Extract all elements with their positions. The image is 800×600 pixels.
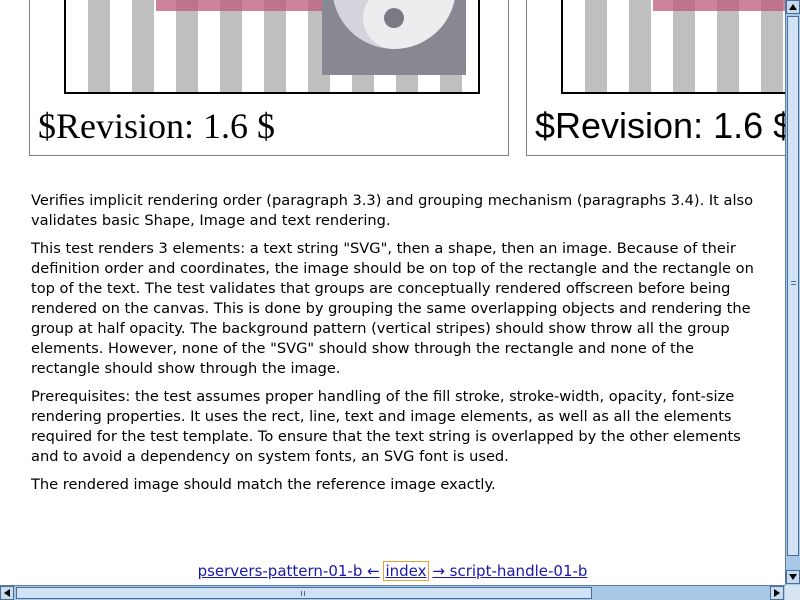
horizontal-scrollbar[interactable] — [0, 585, 785, 600]
test-navigation: pservers-pattern-01-b ← index → script-h… — [0, 561, 785, 581]
revision-label-serif: $Revision: 1.6 $ — [38, 106, 276, 146]
description-paragraph: This test renders 3 elements: a text str… — [31, 240, 754, 377]
prev-test-link[interactable]: pservers-pattern-01-b ← — [198, 562, 380, 580]
description-paragraph: Prerequisites: the test assumes proper h… — [31, 388, 741, 465]
yin-yang-image — [322, 0, 466, 75]
horizontal-scroll-thumb[interactable] — [16, 587, 592, 599]
grip-line — [304, 591, 305, 596]
grip-line — [791, 281, 796, 282]
arrow-up-icon — [789, 4, 797, 10]
scroll-up-button[interactable] — [786, 0, 800, 14]
scrollbar-corner — [785, 585, 800, 600]
next-test-link[interactable]: → script-handle-01-b — [432, 562, 587, 580]
reference-render-canvas — [561, 0, 785, 94]
scroll-left-button[interactable] — [0, 586, 14, 600]
test-render-canvas — [64, 0, 480, 94]
vertical-scrollbar[interactable] — [785, 0, 800, 585]
test-description: Verifies implicit rendering order (parag… — [31, 191, 761, 503]
description-paragraph: The rendered image should match the refe… — [31, 476, 496, 493]
index-link[interactable]: index — [383, 561, 429, 581]
scroll-down-button[interactable] — [786, 570, 800, 584]
test-frame-left: $Revision: 1.6 $ — [29, 0, 509, 156]
page-viewport: $Revision: 1.6 $ $Revision: 1.6 $ Verifi… — [0, 0, 785, 585]
pink-rectangle — [653, 0, 785, 11]
grip-line — [791, 284, 796, 285]
striped-background — [563, 0, 785, 92]
revision-label-sans: $Revision: 1.6 $ — [535, 105, 785, 146]
grip-line — [301, 591, 302, 596]
description-paragraph: Verifies implicit rendering order (parag… — [31, 192, 754, 229]
arrow-down-icon — [789, 574, 797, 580]
scroll-right-button[interactable] — [770, 586, 784, 600]
test-frame-right: $Revision: 1.6 $ — [526, 0, 785, 156]
arrow-right-icon — [774, 589, 780, 597]
arrow-left-icon — [4, 589, 10, 597]
pink-rectangle — [156, 0, 326, 11]
vertical-scroll-thumb[interactable] — [787, 16, 799, 556]
